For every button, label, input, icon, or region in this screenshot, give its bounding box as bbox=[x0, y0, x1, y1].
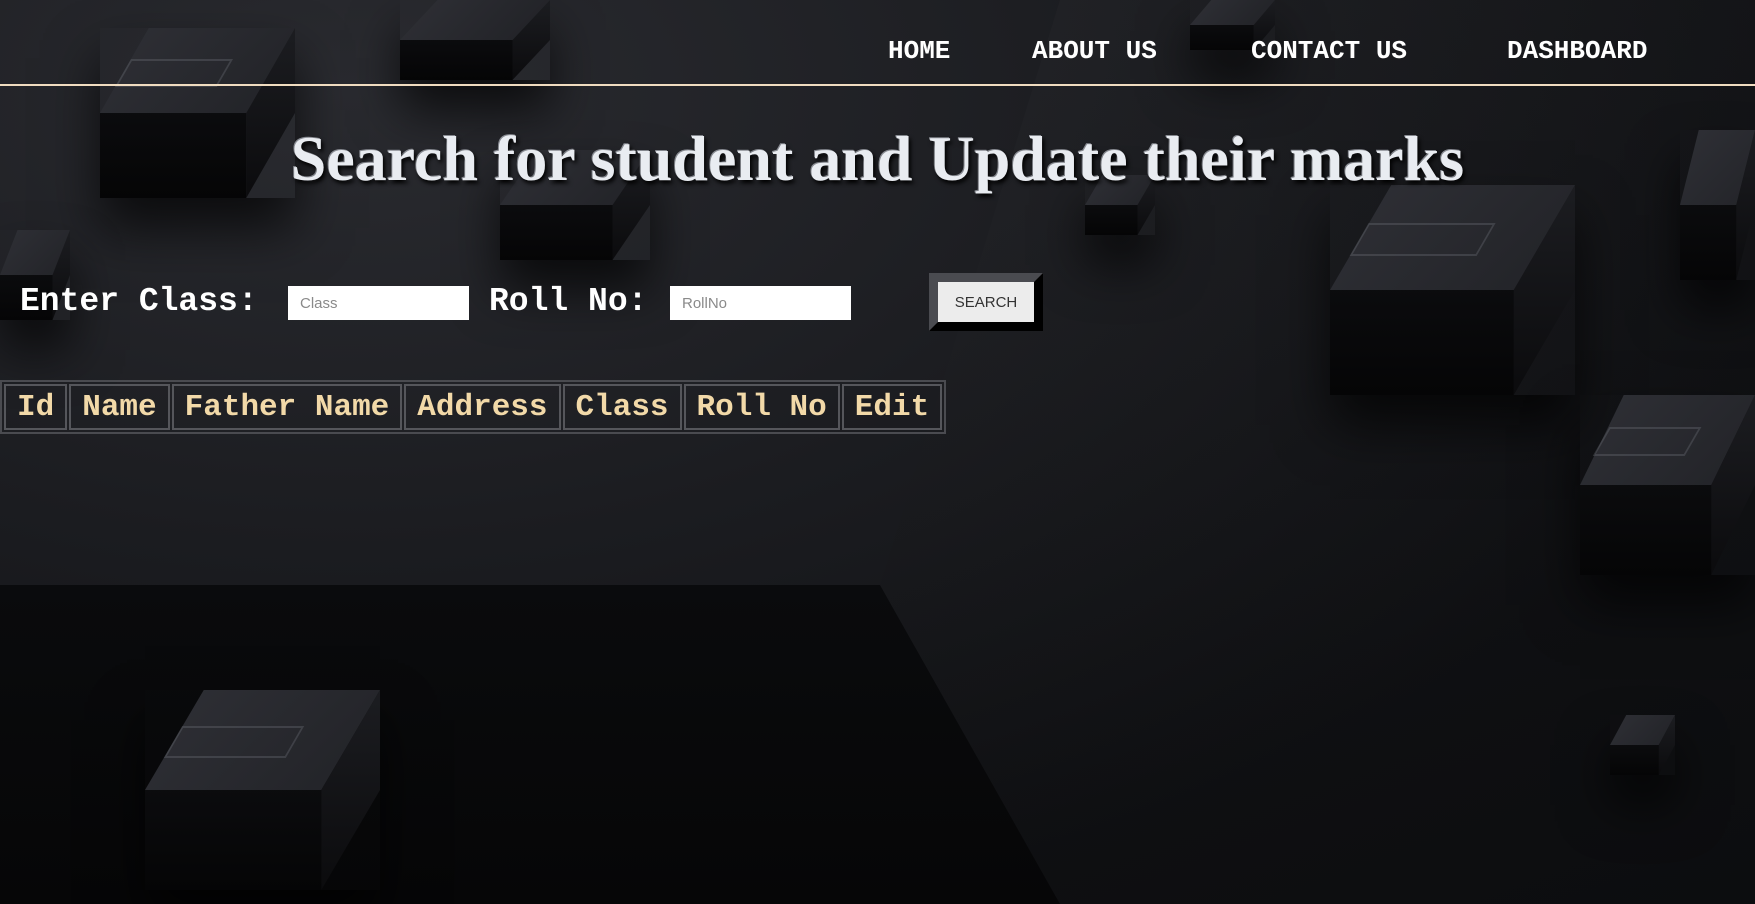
column-header-address: Address bbox=[404, 384, 561, 430]
column-header-class: Class bbox=[562, 384, 682, 430]
column-header-roll-no: Roll No bbox=[683, 384, 840, 430]
decorative-cube bbox=[1330, 185, 1575, 395]
column-header-father-name: Father Name bbox=[171, 384, 403, 430]
student-table: Id Name Father Name Address Class Roll N… bbox=[0, 380, 947, 434]
search-button[interactable]: SEARCH bbox=[929, 273, 1043, 331]
nav-dashboard-link[interactable]: DASHBOARD bbox=[1507, 36, 1647, 66]
column-header-edit: Edit bbox=[841, 384, 943, 430]
class-label: Enter Class: bbox=[20, 283, 258, 320]
column-header-id: Id bbox=[4, 384, 68, 430]
table-header-row: Id Name Father Name Address Class Roll N… bbox=[4, 384, 943, 430]
decorative-cube bbox=[1610, 715, 1675, 775]
nav-contact-us-link[interactable]: CONTACT US bbox=[1251, 36, 1407, 66]
nav-about-us-link[interactable]: ABOUT US bbox=[1032, 36, 1157, 66]
decorative-cube bbox=[145, 690, 380, 890]
nav-home-link[interactable]: HOME bbox=[888, 36, 950, 66]
roll-no-input[interactable] bbox=[670, 286, 851, 320]
page-title: Search for student and Update their mark… bbox=[290, 123, 1465, 194]
column-header-name: Name bbox=[69, 384, 170, 430]
decorative-cube bbox=[1580, 395, 1755, 575]
top-navigation: HOME ABOUT US CONTACT US DASHBOARD bbox=[0, 0, 1755, 86]
roll-no-label: Roll No: bbox=[489, 283, 648, 320]
class-input[interactable] bbox=[288, 286, 469, 320]
